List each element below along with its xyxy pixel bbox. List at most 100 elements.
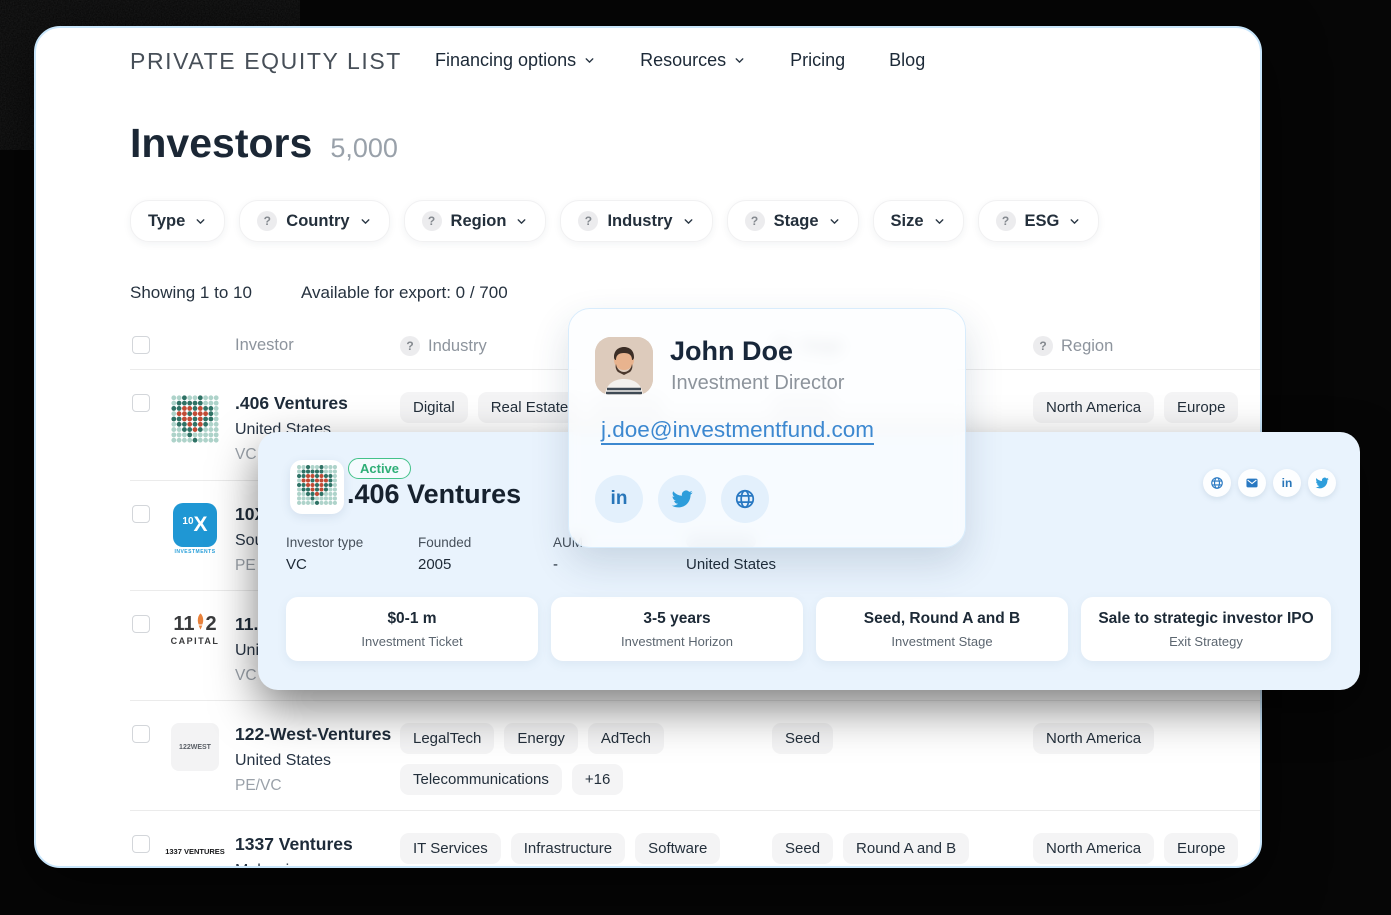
nav-item-pricing[interactable]: Pricing: [790, 50, 845, 71]
investor-card-logo: [290, 460, 344, 514]
twitter-button[interactable]: [1308, 469, 1336, 497]
column-header-industry: ? Industry: [400, 336, 487, 356]
industry-tag: Infrastructure: [511, 833, 625, 864]
nav-item-label: Pricing: [790, 50, 845, 71]
chevron-down-icon: [359, 215, 372, 228]
investor-type: PE/VC: [235, 777, 391, 795]
industry-tag: IT Services: [400, 833, 501, 864]
industry-tag: +16: [572, 764, 623, 795]
twitter-button[interactable]: [658, 475, 706, 523]
help-icon: ?: [1033, 336, 1053, 356]
filter-type[interactable]: Type: [130, 200, 225, 242]
region-tags: North AmericaEurope: [1033, 392, 1238, 423]
select-all-checkbox[interactable]: [132, 336, 150, 354]
nav-item-label: Resources: [640, 50, 726, 71]
linkedin-icon: in: [611, 488, 628, 510]
linkedin-button[interactable]: in: [1273, 469, 1301, 497]
nav-item-label: Blog: [889, 50, 925, 71]
investor-logo: 112CAPITAL: [167, 613, 223, 646]
linkedin-button[interactable]: in: [595, 475, 643, 523]
region-tag: Europe: [1164, 392, 1238, 423]
linkedin-icon: in: [1282, 476, 1293, 490]
stat-label: Investment Stage: [891, 634, 992, 649]
top-nav: Financing options Resources Pricing Blog: [435, 50, 925, 71]
investor-count: 5,000: [330, 133, 398, 164]
investor-logo: 122WEST: [167, 723, 223, 771]
help-icon: ?: [745, 211, 765, 231]
field-value: 2005: [418, 556, 451, 573]
showing-label: Showing 1 to 10: [130, 283, 252, 303]
help-icon: ?: [400, 336, 420, 356]
investor-logo: 10XINVESTMENTS: [167, 503, 223, 555]
field-label: Investor type: [286, 535, 363, 550]
status-badge: Active: [348, 458, 411, 479]
column-header-label: Industry: [428, 337, 487, 356]
contact-role: Investment Director: [671, 372, 844, 395]
industry-tag: Real Estate: [478, 392, 582, 423]
stat-value: $0-1 m: [387, 610, 436, 628]
globe-button[interactable]: [1203, 469, 1231, 497]
row-checkbox[interactable]: [132, 835, 150, 853]
investor-name-cell: 1337 Ventures Malaysia: [235, 834, 353, 868]
industry-tag: AdTech: [588, 723, 664, 754]
stat-value: Sale to strategic investor IPO: [1098, 610, 1313, 628]
stage-tag: Round A and B: [843, 833, 969, 864]
table-row[interactable]: 122WEST122-West-VenturesUnited StatesPE/…: [130, 700, 1262, 810]
filter-stage[interactable]: ? Stage: [727, 200, 859, 242]
filter-label: Region: [451, 212, 507, 231]
stat-label: Investment Horizon: [621, 634, 733, 649]
region-tag: North America: [1033, 833, 1154, 864]
industry-tag: LegalTech: [400, 723, 494, 754]
filter-esg[interactable]: ?ESG: [978, 200, 1100, 242]
chevron-down-icon: [583, 54, 596, 67]
stat-box: Sale to strategic investor IPOExit Strat…: [1081, 597, 1331, 661]
contact-name: John Doe: [670, 336, 793, 367]
column-header-region: ? Region: [1033, 336, 1113, 356]
stage-tag: Seed: [772, 723, 833, 754]
contact-email-link[interactable]: j.doe@investmentfund.com: [601, 417, 874, 443]
row-checkbox[interactable]: [132, 505, 150, 523]
mail-button[interactable]: [1238, 469, 1266, 497]
investor-card-title: .406 Ventures: [347, 479, 521, 510]
twitter-icon: [671, 488, 693, 510]
contact-popup: John Doe Investment Director j.doe@inves…: [568, 308, 966, 548]
filter-label: Industry: [607, 212, 672, 231]
globe-icon: [1210, 476, 1224, 490]
nav-item-blog[interactable]: Blog: [889, 50, 925, 71]
filter-size[interactable]: Size: [873, 200, 964, 242]
help-icon: ?: [257, 211, 277, 231]
region-tags: North America: [1033, 723, 1154, 754]
industry-tags: LegalTechEnergyAdTechTelecommunications+…: [400, 723, 735, 795]
row-checkbox[interactable]: [132, 394, 150, 412]
stat-box: Seed, Round A and B Investment Stage: [816, 597, 1068, 661]
row-checkbox[interactable]: [132, 615, 150, 633]
filter-label: Stage: [774, 212, 819, 231]
chevron-down-icon: [733, 54, 746, 67]
nav-item-financing-options[interactable]: Financing options: [435, 50, 596, 71]
investor-card-social-icons: in: [1203, 469, 1336, 497]
stat-label: Investment Ticket: [361, 634, 462, 649]
nav-item-resources[interactable]: Resources: [640, 50, 746, 71]
page-title: Investors: [130, 120, 312, 167]
row-checkbox[interactable]: [132, 725, 150, 743]
stat-value: Seed, Round A and B: [864, 610, 1020, 628]
globe-button[interactable]: [721, 475, 769, 523]
twitter-icon: [1315, 476, 1329, 490]
investor-country: Malaysia: [235, 862, 353, 868]
column-header-label: Region: [1061, 337, 1113, 356]
rocket-icon: [195, 613, 206, 636]
chevron-down-icon: [515, 215, 528, 228]
industry-tag: Telecommunications: [400, 764, 562, 795]
chevron-down-icon: [682, 215, 695, 228]
filter-label: Country: [286, 212, 349, 231]
filter-region[interactable]: ?Region: [404, 200, 547, 242]
help-icon: ?: [578, 211, 598, 231]
column-header-investor: Investor: [235, 336, 294, 355]
table-row[interactable]: 1337 VENTURES1337 VenturesMalaysiaIT Ser…: [130, 810, 1262, 868]
investor-name: 1337 Ventures: [235, 834, 353, 855]
filter-industry[interactable]: ? Industry: [560, 200, 712, 242]
cap112-logo: 112CAPITAL: [171, 613, 220, 646]
globe-icon: [734, 488, 756, 510]
filter-country[interactable]: ? Country: [239, 200, 389, 242]
brand-logo[interactable]: PRIVATE EQUITY LIST: [130, 48, 402, 75]
